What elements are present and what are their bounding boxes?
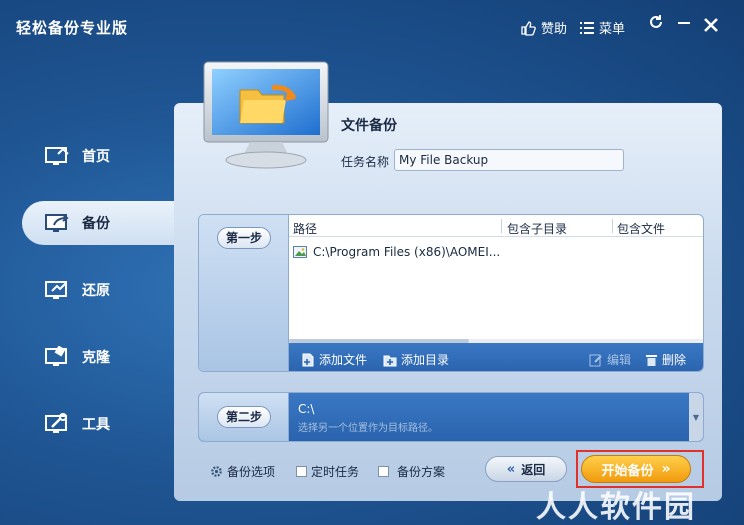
task-name-input[interactable] (394, 149, 624, 171)
trash-icon (646, 354, 657, 366)
clone-monitor-icon (45, 346, 67, 366)
step2-box[interactable]: 第二步 C:\ 选择另一个位置作为目标路径。 ▼ (198, 392, 704, 442)
close-icon (704, 18, 718, 32)
double-chevron-right-icon: » (661, 461, 671, 477)
step1-tab: 第一步 (199, 215, 289, 371)
chevron-down-icon: ▼ (692, 413, 700, 422)
menu-icon (580, 21, 594, 34)
edit-label: 编辑 (607, 353, 632, 367)
step1-label: 第一步 (217, 227, 271, 249)
back-button[interactable]: « 返回 (485, 456, 567, 482)
sidebar-item-label: 还原 (82, 283, 110, 299)
delete-label: 删除 (662, 353, 687, 367)
sponsor-label: 赞助 (541, 22, 568, 37)
gear-icon (211, 466, 222, 477)
menu-label: 菜单 (599, 22, 626, 37)
refresh-icon (650, 15, 662, 28)
sponsor-button[interactable]: 赞助 (520, 18, 567, 37)
close-button[interactable] (700, 14, 722, 38)
restore-monitor-icon (45, 281, 67, 299)
backup-monitor-icon (45, 214, 69, 232)
image-file-icon (293, 246, 307, 258)
source-actions-bar: 添加文件 添加目录 编辑 删除 (289, 343, 703, 371)
step2-tab: 第二步 (199, 393, 289, 441)
task-name-label: 任务名称 (341, 155, 390, 169)
watermark: 人人软件园 (536, 490, 696, 525)
checkbox-box[interactable] (378, 466, 389, 477)
sidebar-item-backup[interactable]: 备份 (22, 201, 182, 245)
title-bar: 轻松备份专业版 赞助 菜单 (0, 0, 744, 56)
sidebar-item-label: 工具 (82, 417, 110, 433)
add-directory-label: 添加目录 (401, 353, 450, 367)
backup-options-button[interactable]: 备份选项 (210, 463, 275, 480)
backup-scheme-checkbox[interactable]: 备份方案 (378, 463, 445, 480)
sidebar-item-tools[interactable]: 工具 (22, 402, 182, 446)
add-directory-button[interactable]: 添加目录 (383, 351, 449, 368)
sidebar-item-label: 克隆 (82, 350, 110, 366)
home-monitor-icon (45, 147, 69, 165)
double-chevron-left-icon: « (506, 461, 516, 477)
start-backup-button[interactable]: 开始备份 » (581, 455, 691, 483)
table-row[interactable]: C:\Program Files (x86)\AOMEI... (293, 245, 500, 259)
delete-button[interactable]: 删除 (645, 351, 686, 368)
section-title: 文件备份 (341, 118, 397, 134)
destination-path[interactable]: C:\ (298, 402, 314, 416)
sidebar-item-restore[interactable]: 还原 (22, 268, 182, 312)
sidebar-item-label: 首页 (82, 149, 110, 165)
checkbox-box[interactable] (296, 466, 307, 477)
app-title: 轻松备份专业版 (16, 19, 129, 37)
backup-scheme-label: 备份方案 (397, 465, 446, 479)
column-include-subdir[interactable]: 包含子目录 (507, 220, 567, 237)
backup-options-label: 备份选项 (227, 465, 276, 479)
menu-button[interactable]: 菜单 (580, 18, 625, 37)
app-window: 轻松备份专业版 赞助 菜单 首页 备份 还原 克隆 工具 文件备份 任务名称 M… (0, 0, 744, 525)
column-divider (612, 219, 613, 233)
edit-button[interactable]: 编辑 (589, 351, 631, 368)
sidebar-item-label: 备份 (82, 216, 110, 232)
thumbs-up-icon (521, 20, 536, 36)
step2-label: 第二步 (217, 406, 271, 428)
source-path: C:\Program Files (x86)\AOMEI... (313, 245, 501, 259)
column-path[interactable]: 路径 (293, 220, 317, 237)
column-include-files[interactable]: 包含文件 (617, 220, 665, 237)
refresh-button[interactable] (645, 14, 667, 35)
start-backup-label: 开始备份 (601, 463, 654, 479)
step1-box: 第一步 路径 包含子目录 包含文件 C:\Program Files (x86)… (198, 214, 704, 372)
column-divider (501, 219, 502, 233)
sidebar-item-clone[interactable]: 克隆 (22, 335, 182, 379)
tools-monitor-icon (45, 413, 67, 433)
add-file-label: 添加文件 (319, 353, 368, 367)
back-label: 返回 (521, 462, 546, 477)
source-list: 路径 包含子目录 包含文件 C:\Program Files (x86)\AOM… (289, 215, 703, 371)
minimize-button[interactable] (673, 14, 695, 35)
add-file-button[interactable]: 添加文件 (301, 351, 367, 368)
sidebar-item-home[interactable]: 首页 (22, 134, 182, 178)
file-backup-monitor-icon (203, 61, 329, 169)
minimize-icon (678, 22, 690, 24)
schedule-label: 定时任务 (311, 465, 360, 479)
destination-hint: 选择另一个位置作为目标路径。 (298, 423, 438, 434)
destination-dropdown[interactable]: ▼ (689, 393, 703, 441)
add-folder-icon (383, 355, 397, 366)
source-list-header: 路径 包含子目录 包含文件 (289, 215, 703, 237)
schedule-checkbox[interactable]: 定时任务 (296, 463, 359, 480)
edit-icon (589, 354, 602, 366)
add-file-icon (302, 353, 314, 366)
